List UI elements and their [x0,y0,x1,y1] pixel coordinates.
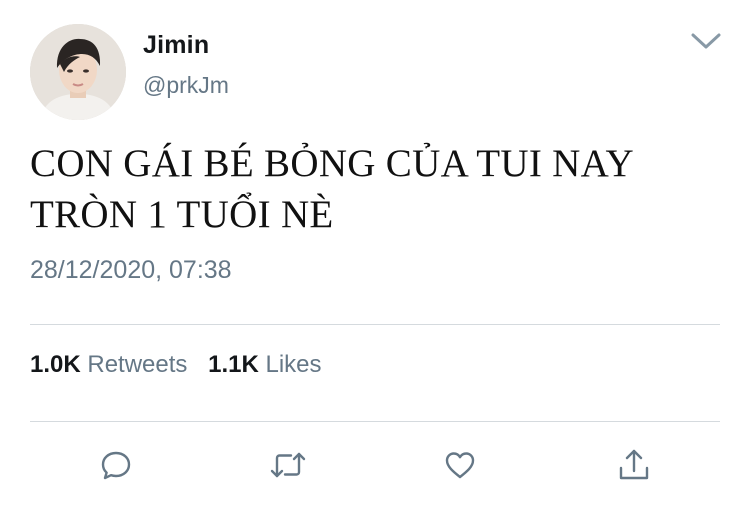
display-name[interactable]: Jimin [143,31,209,60]
retweet-icon [270,452,306,478]
chevron-down-icon[interactable] [690,30,722,52]
retweets-label: Retweets [87,351,188,378]
share-button[interactable] [614,445,654,485]
share-icon [619,449,649,480]
divider [30,421,720,422]
tweet-timestamp[interactable]: 28/12/2020, 07:38 [30,256,232,285]
tweet-text: CON GÁI BÉ BỎNG CỦA TUI NAY TRÒN 1 TUỔI … [30,138,720,240]
divider [30,324,720,325]
retweet-button[interactable] [268,445,308,485]
likes-count: 1.1K [208,351,259,378]
likes-label: Likes [265,351,322,378]
retweets-count: 1.0K [30,351,81,378]
like-button[interactable] [440,445,480,485]
tweet-text-line-2: TRÒN 1 TUỔI NÈ [30,193,334,236]
likes-stat[interactable]: 1.1K Likes [208,351,321,379]
heart-icon [445,452,475,479]
tweet-card: Jimin @prkJm CON GÁI BÉ BỎNG CỦA TUI NAY… [0,0,750,511]
engagement-stats: 1.0K Retweets 1.1K Likes [30,351,336,379]
avatar[interactable] [30,24,126,120]
user-handle[interactable]: @prkJm [143,72,229,99]
tweet-text-line-1: CON GÁI BÉ BỎNG CỦA TUI NAY [30,142,634,185]
retweets-stat[interactable]: 1.0K Retweets [30,351,187,379]
reply-icon [101,451,131,480]
reply-button[interactable] [96,445,136,485]
